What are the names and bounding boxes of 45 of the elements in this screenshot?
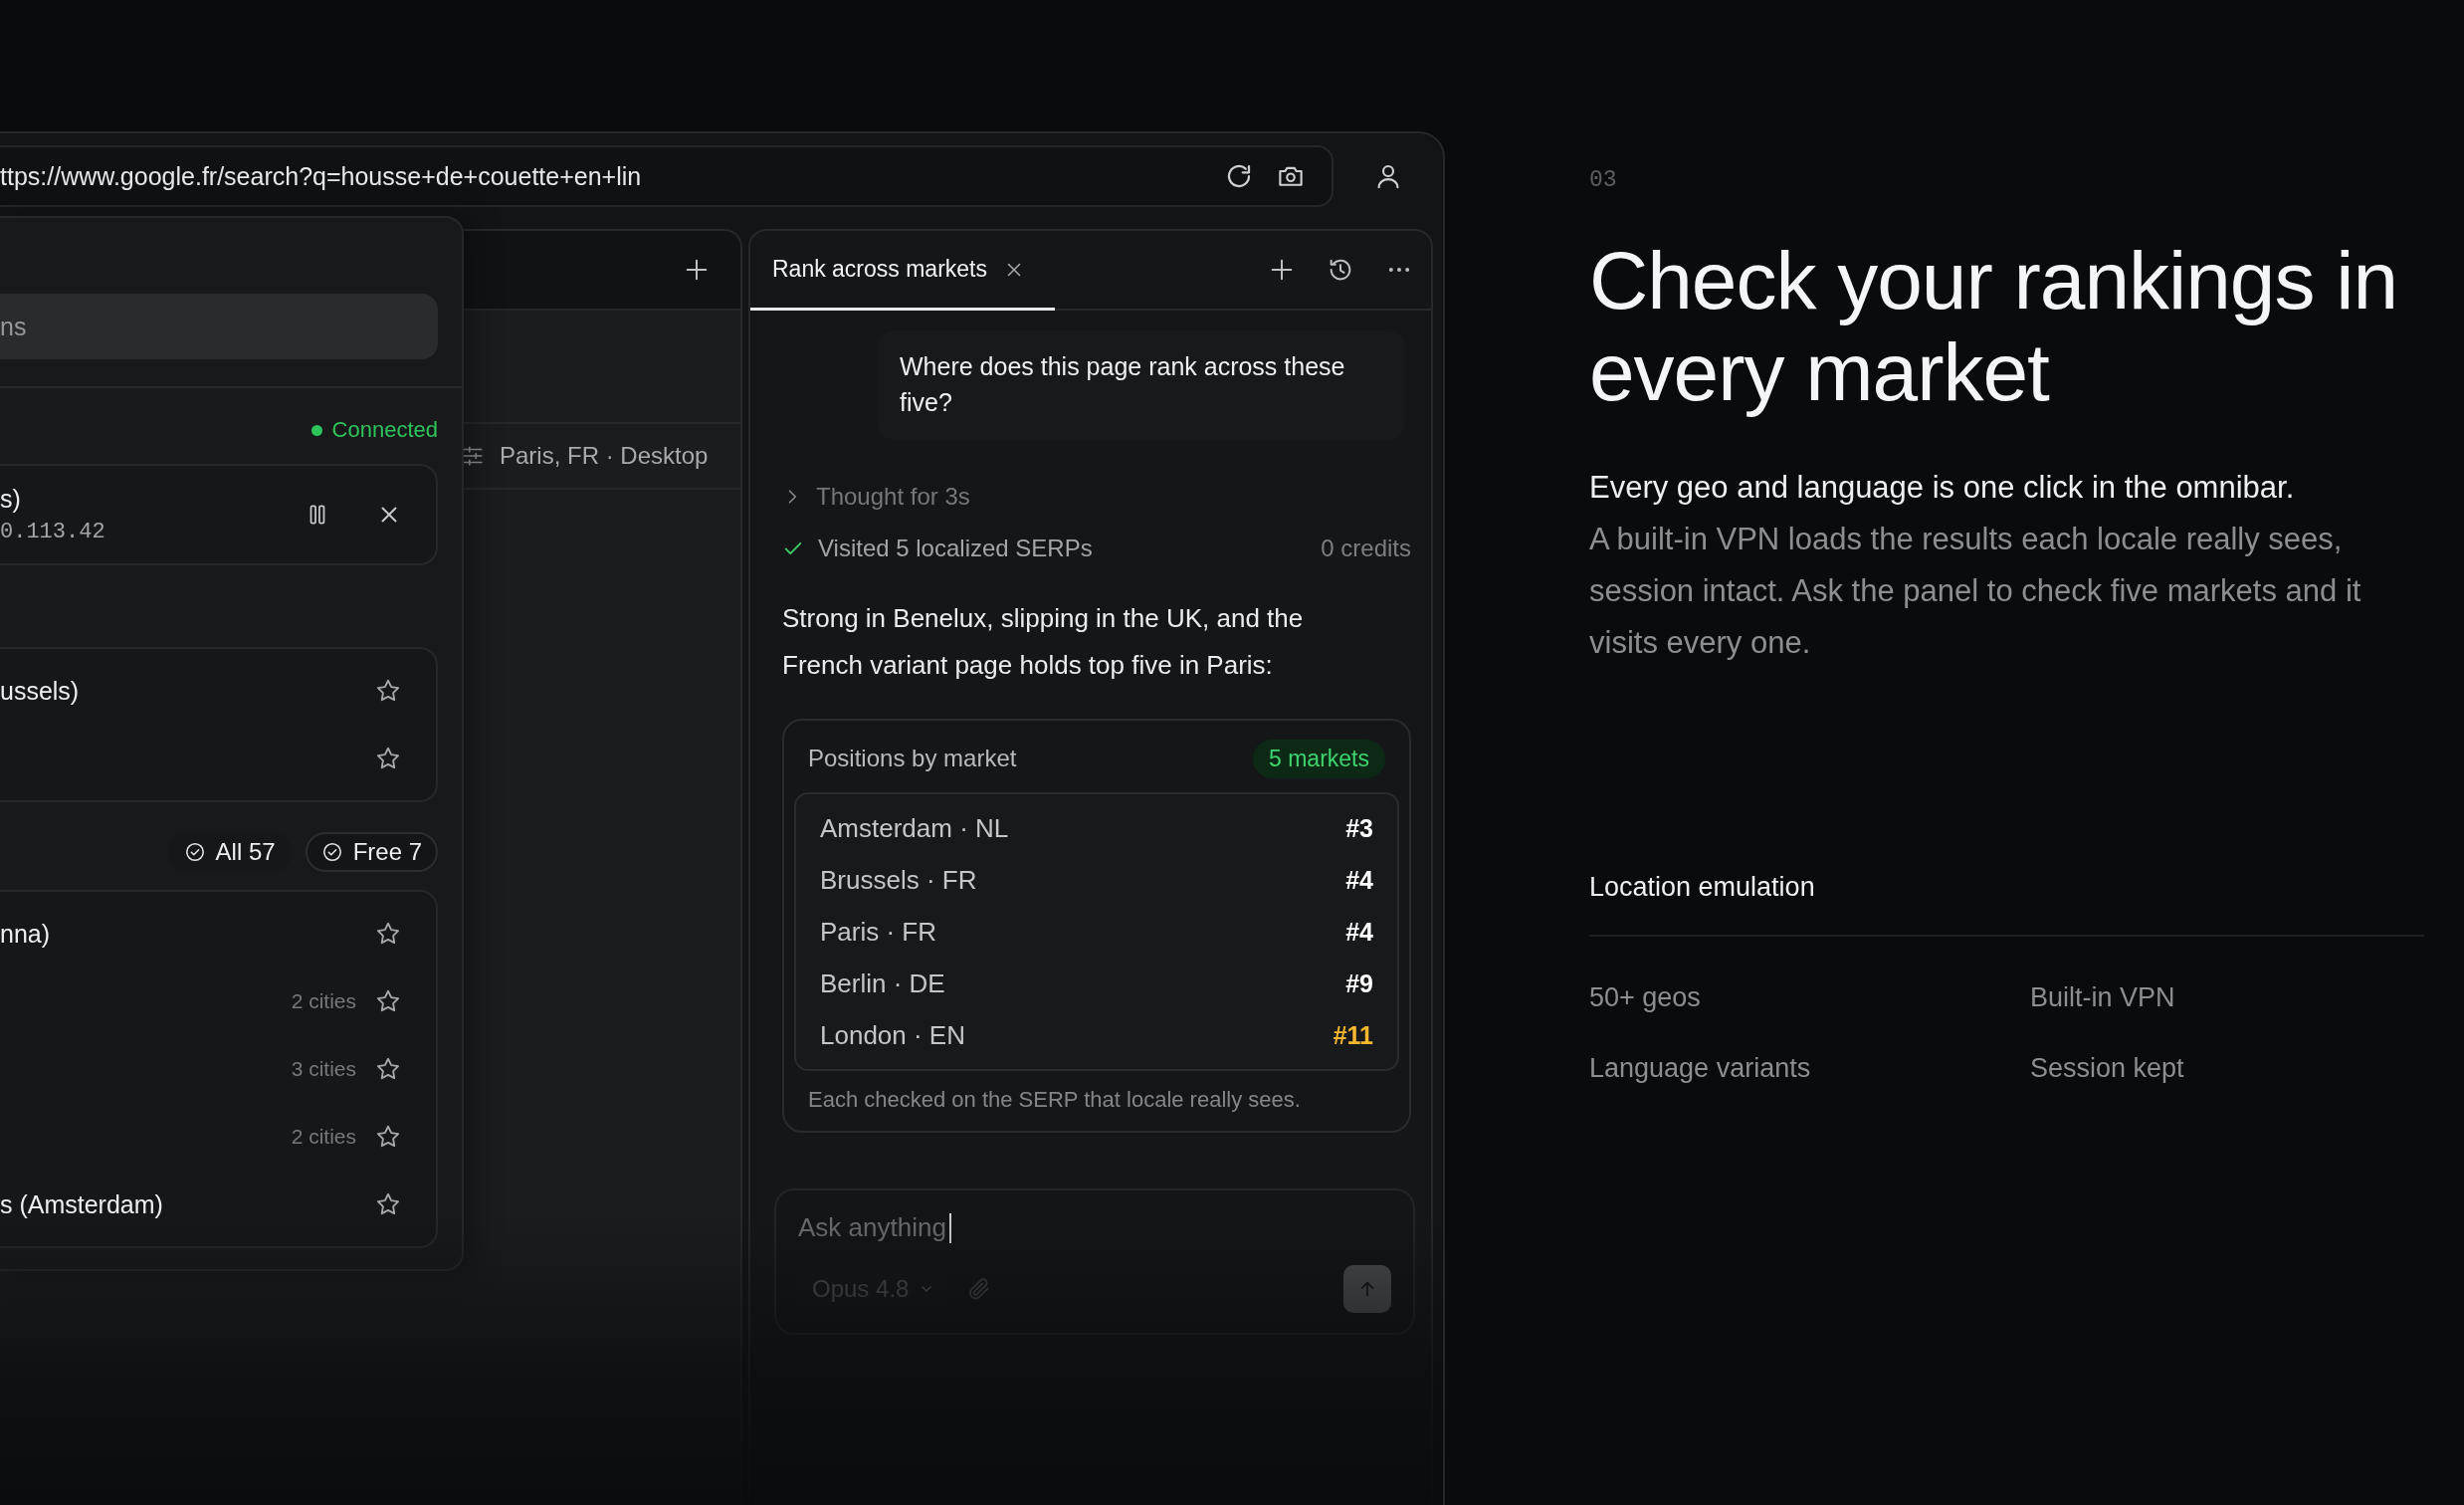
rank-value: #4: [1345, 865, 1373, 895]
location-name[interactable]: ussels): [0, 676, 80, 706]
feature-item: Session kept: [2030, 1053, 2185, 1084]
country-name[interactable]: s (Amsterdam): [0, 1189, 163, 1219]
lead-text: Every geo and language is one click in the omnibar.: [1589, 469, 2296, 507]
text-caret: [949, 1212, 951, 1243]
url-text: ttps://www.google.fr/search?q=housse+de+couette+en+lin: [0, 161, 643, 191]
rank-value: #4: [1345, 917, 1373, 947]
card-title: Positions by market: [808, 745, 1017, 772]
market-label: Berlin · DE: [820, 968, 945, 999]
ip-address: 0.113.42: [0, 520, 106, 544]
location-search-field[interactable]: ns: [0, 294, 438, 359]
badge-check-icon: [320, 841, 343, 863]
badge-check-icon: [183, 841, 206, 863]
rank-value: #9: [1345, 968, 1373, 998]
message-input[interactable]: Ask anything: [798, 1212, 947, 1243]
credits-label: 0 credits: [1321, 535, 1411, 562]
address-bar[interactable]: ttps://www.google.fr/search?q=housse+de+couette+en+lin: [0, 145, 1334, 207]
feature-item: Built-in VPN: [2030, 982, 2176, 1013]
feature-item: Language variants: [1589, 1053, 1812, 1084]
location-label[interactable]: Paris, FR · Desktop: [500, 442, 709, 470]
answer-text: Strong in Benelux, slipping in the UK, and the French variant page holds top five in Paris:: [782, 602, 1305, 682]
market-label: Paris · FR: [820, 916, 936, 948]
body-text: A built-in VPN loads the results each locale really sees, session intact. Ask the panel to check five markets and it visits every one.: [1589, 521, 2362, 662]
city-count: 3 cities: [291, 1057, 356, 1081]
section-number: 03: [1589, 167, 1618, 193]
country-name[interactable]: nna): [0, 919, 51, 949]
city-count: 2 cities: [291, 1125, 356, 1149]
rank-value: #11: [1333, 1020, 1373, 1050]
market-label: Brussels · FR: [820, 864, 977, 896]
location-name: s): [0, 485, 22, 514]
features-title: Location emulation: [1589, 872, 2424, 937]
rank-value: #3: [1345, 813, 1373, 843]
count-badge: 5 markets: [1253, 739, 1385, 778]
card-footnote: Each checked on the SERP that locale really sees.: [807, 1087, 1302, 1113]
step-label: Visited 5 localized SERPs: [818, 535, 1093, 562]
status-label: Connected: [331, 417, 438, 443]
filter-chip[interactable]: Free 7: [305, 832, 438, 872]
section-heading: Check your rankings in every market: [1589, 235, 2399, 418]
market-label: Amsterdam · NL: [820, 812, 1009, 844]
chat-tab[interactable]: Rank across markets: [750, 231, 1055, 311]
feature-item: 50+ geos: [1589, 982, 1702, 1013]
market-label: London · EN: [820, 1019, 965, 1051]
step-label: Thought for 3s: [816, 483, 970, 511]
city-count: 2 cities: [291, 989, 356, 1013]
